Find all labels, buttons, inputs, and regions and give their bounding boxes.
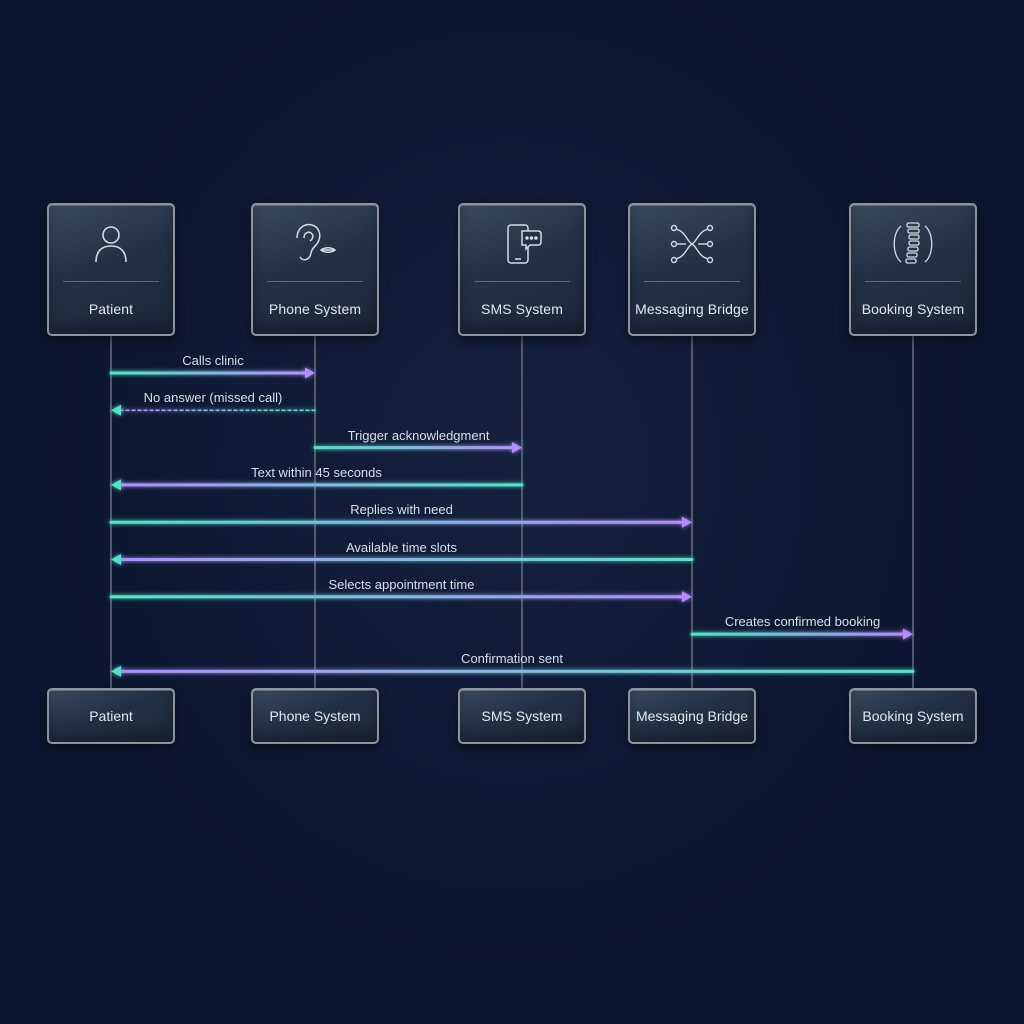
box-divider [644, 281, 740, 282]
message-arrow [109, 367, 315, 379]
box-divider [267, 281, 363, 282]
participant-footer-label: SMS System [481, 708, 563, 724]
participant-footer-booking-system: Booking System [849, 688, 977, 744]
message-label: Text within 45 seconds [251, 464, 382, 480]
message-arrow [111, 665, 915, 677]
arrow-head [512, 442, 522, 454]
sequence-diagram: Patient Patient Phone System Phone System SM… [0, 0, 1024, 1024]
participant-footer-phone-system: Phone System [251, 688, 379, 744]
participant-label: Phone System [268, 301, 362, 317]
message-arrow [109, 516, 692, 528]
participant-label: SMS System [481, 301, 563, 317]
participant-label: Booking System [861, 301, 965, 317]
ear-mouth-icon [253, 217, 377, 271]
message-label: Replies with need [350, 502, 453, 518]
arrow-head [111, 665, 121, 677]
message-arrow [313, 442, 522, 454]
message-label: Creates confirmed booking [724, 614, 881, 630]
diagram-canvas [109, 336, 915, 688]
message-label: No answer (missed call) [143, 390, 283, 406]
box-divider [63, 281, 159, 282]
box-divider [865, 281, 961, 282]
message-arrow [109, 591, 692, 603]
phone-chat-icon [460, 217, 584, 271]
box-divider [474, 281, 570, 282]
arrow-head [682, 591, 692, 603]
arrow-head [111, 554, 121, 565]
participant-footer-label: Patient [89, 708, 133, 724]
message-arrow [690, 628, 913, 640]
arrow-head [305, 367, 315, 379]
spine-icon [851, 217, 975, 271]
participant-label: Patient [88, 301, 134, 317]
participant-box-messaging-bridge: Messaging Bridge [628, 203, 756, 336]
participant-footer-label: Phone System [269, 708, 361, 724]
participant-footer-label: Messaging Bridge [635, 708, 749, 724]
message-label: Available time slots [345, 539, 458, 555]
participant-footer-label: Booking System [862, 708, 964, 724]
message-label: Trigger acknowledgment [347, 427, 490, 443]
message-arrow [111, 479, 524, 491]
message-arrow [111, 404, 316, 416]
arrow-head [111, 479, 121, 491]
network-nodes-icon [630, 217, 754, 271]
participant-footer-patient: Patient [47, 688, 175, 744]
participant-footer-sms-system: SMS System [458, 688, 586, 744]
message-label: Confirmation sent [461, 651, 563, 667]
arrow-head [111, 404, 121, 416]
participant-footer-messaging-bridge: Messaging Bridge [628, 688, 756, 744]
arrow-head [682, 516, 692, 528]
participant-box-patient: Patient [47, 203, 175, 336]
participant-box-sms-system: SMS System [458, 203, 586, 336]
arrow-head [903, 628, 913, 640]
participant-box-booking-system: Booking System [849, 203, 977, 336]
message-label: Selects appointment time [328, 576, 475, 592]
participant-label: Messaging Bridge [635, 301, 749, 317]
message-arrow [111, 554, 694, 565]
person-icon [49, 217, 173, 271]
message-label: Calls clinic [182, 353, 244, 368]
participant-box-phone-system: Phone System [251, 203, 379, 336]
